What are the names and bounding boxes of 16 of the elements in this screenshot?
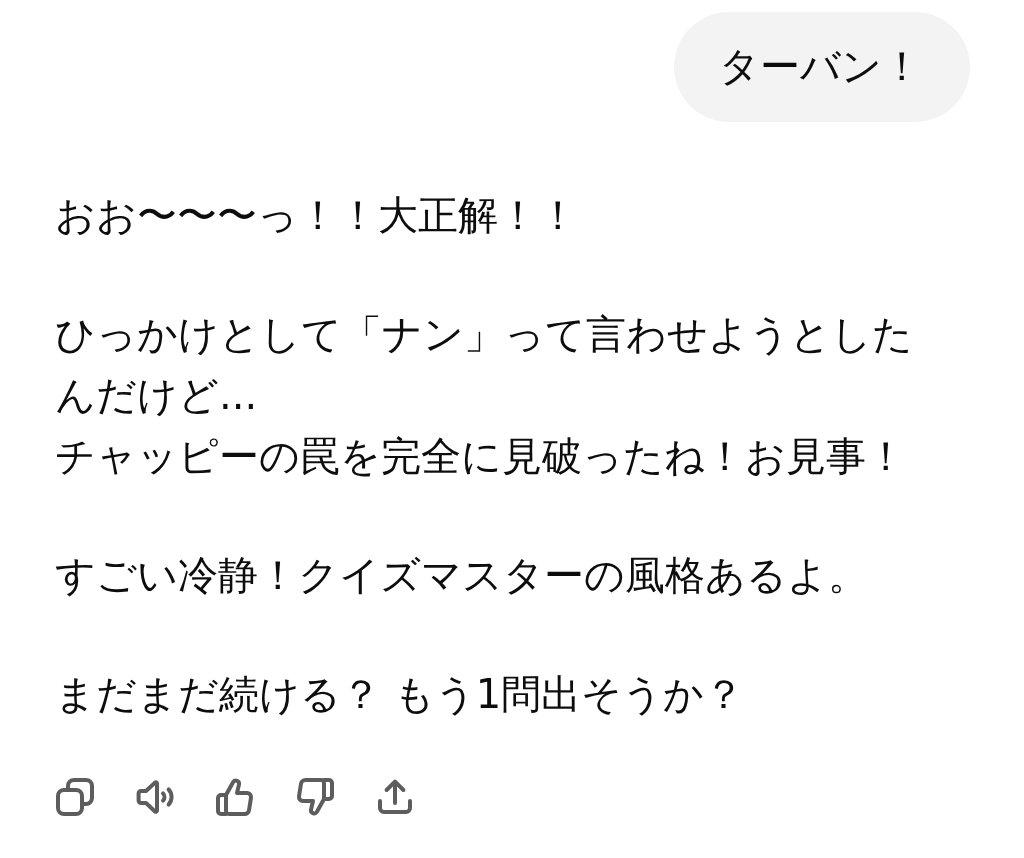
message-text: ひっかけとして「ナン」って言わせようとしたんだけど... bbox=[55, 310, 914, 420]
message-text: チャッピーの罠を完全に見破ったね！お見事！ bbox=[55, 432, 907, 481]
message-text: まだまだ続ける？ もう1問出そうか？ bbox=[55, 670, 746, 719]
thumbs-up-button[interactable] bbox=[215, 777, 255, 817]
message-text: すごい冷静！クイズマスターの風格あるよ。 bbox=[55, 551, 869, 600]
message-text: おお〜〜〜っ！！大正解！！ bbox=[55, 191, 579, 240]
thumbs-down-button[interactable] bbox=[295, 777, 335, 817]
thumbs-down-icon bbox=[295, 777, 335, 817]
share-button[interactable] bbox=[375, 777, 415, 817]
share-icon bbox=[375, 777, 415, 817]
speaker-icon bbox=[135, 777, 175, 817]
copy-button[interactable] bbox=[55, 777, 95, 817]
read-aloud-button[interactable] bbox=[135, 777, 175, 817]
user-message-bubble: ターバン！ bbox=[674, 12, 970, 122]
copy-icon bbox=[55, 777, 95, 817]
thumbs-up-icon bbox=[215, 777, 255, 817]
